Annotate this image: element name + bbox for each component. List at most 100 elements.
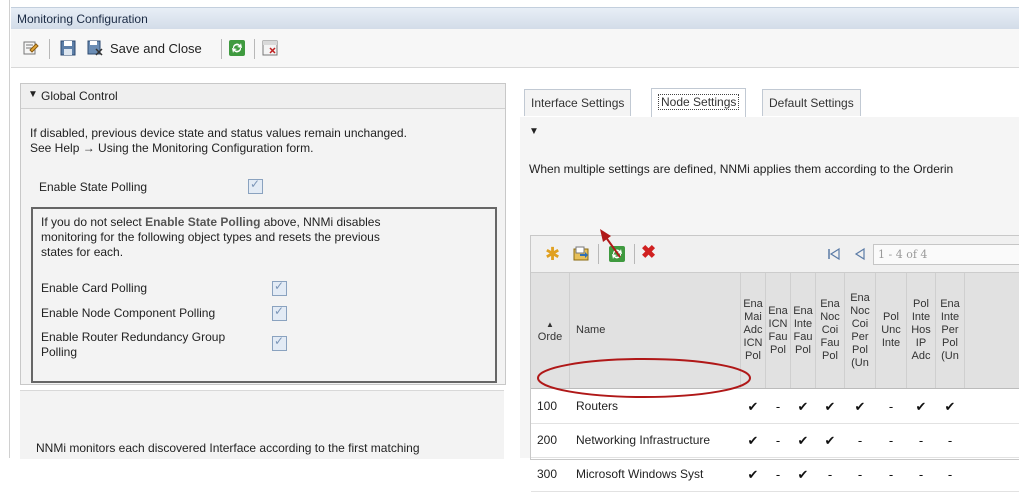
hdr-c5: Ena Noc Coi Per Pol (Un	[850, 291, 870, 369]
pager-field[interactable]: 1 - 4 of 4	[873, 244, 1019, 265]
box-line1-bold: Enable State Polling	[145, 215, 261, 229]
global-control-panel: ▼ Global Control If disabled, previous d…	[20, 83, 506, 385]
column-header-poll-unconnected-interfaces[interactable]: Pol Unc Inte	[876, 273, 907, 388]
box-description-line1: If you do not select Enable State Pollin…	[41, 215, 380, 229]
cell-checkmark: ✔	[797, 399, 809, 414]
table-toolbar-separator	[598, 244, 599, 264]
refresh-icon[interactable]	[609, 246, 625, 262]
table-row[interactable]: 300 Microsoft Windows Syst ✔ - ✔ - - - - -	[531, 457, 1019, 492]
tab-default-settings[interactable]: Default Settings	[762, 89, 861, 116]
new-icon[interactable]: ✱	[545, 244, 560, 265]
enable-router-redundancy-checkbox[interactable]	[272, 334, 287, 351]
interface-monitoring-section: NNMi monitors each discovered Interface …	[20, 390, 504, 459]
cell-disabled: -	[888, 467, 894, 482]
cell-checkmark: ✔	[915, 399, 927, 414]
edit-form-button[interactable]	[23, 39, 39, 57]
table-row[interactable]: 100 Routers ✔ - ✔ ✔ ✔ - ✔ ✔	[531, 389, 1019, 424]
hdr-c8: Ena Inte Per Pol (Un	[940, 298, 960, 362]
cell-disabled: -	[947, 467, 953, 482]
cell-checkmark: ✔	[747, 467, 759, 482]
column-header-enable-interface-performance[interactable]: Ena Inte Per Pol (Un	[936, 273, 965, 388]
table-toolbar: ✱ ✖ 1 - 4 of 4	[531, 236, 1019, 273]
toolbar-separator	[254, 39, 255, 59]
enable-state-polling-label: Enable State Polling	[39, 180, 148, 194]
column-header-enable-interface-fault[interactable]: Ena Inte Fau Pol	[791, 273, 816, 388]
column-header-enable-node-component-fault[interactable]: Ena Noc Coi Fau Pol	[816, 273, 845, 388]
tab-node-settings[interactable]: Node Settings	[651, 88, 747, 117]
cell-disabled: -	[775, 433, 781, 448]
column-header-order[interactable]: ▲ Orde	[531, 273, 570, 388]
global-control-header[interactable]: ▼ Global Control	[21, 84, 505, 109]
left-frame-edge	[0, 0, 10, 458]
tab-interface-settings[interactable]: Interface Settings	[524, 89, 632, 116]
cell-checkmark: ✔	[797, 433, 809, 448]
global-control-info-line1: If disabled, previous device state and s…	[30, 126, 407, 140]
cell-disabled: -	[888, 433, 894, 448]
enable-card-polling-checkbox[interactable]	[272, 279, 287, 296]
refresh-button[interactable]	[229, 39, 245, 57]
open-icon[interactable]	[573, 246, 589, 262]
column-header-poll-interfaces-hosting-ip[interactable]: Pol Inte Hos IP Adc	[907, 273, 936, 388]
cell-disabled: -	[775, 399, 781, 414]
global-control-title: Global Control	[41, 89, 118, 103]
column-header-order-label: Orde	[537, 330, 563, 343]
cell-name: Routers	[576, 399, 619, 413]
save-button[interactable]	[60, 39, 76, 57]
box-line1-prefix: If you do not select	[41, 215, 146, 229]
delete-icon[interactable]: ✖	[641, 242, 656, 263]
cell-checkmark: ✔	[824, 399, 836, 414]
collapse-triangle-icon: ▼	[28, 89, 38, 100]
collapse-triangle-icon[interactable]: ▼	[529, 126, 539, 137]
cell-disabled: -	[857, 467, 863, 482]
cell-checkmark: ✔	[824, 433, 836, 448]
settings-panel: Interface Settings Node Settings Default…	[520, 83, 1019, 492]
global-control-info-line2: See Help → Using the Monitoring Configur…	[30, 141, 314, 155]
dependent-polling-box: If you do not select Enable State Pollin…	[31, 207, 497, 383]
cell-name: Microsoft Windows Syst	[576, 467, 704, 481]
first-page-icon[interactable]	[827, 247, 841, 261]
cell-disabled: -	[827, 467, 833, 482]
cell-order: 200	[537, 433, 558, 447]
hdr-c1: Ena Mai Adc ICN Pol	[743, 298, 763, 362]
table-header: ▲ Orde Name Ena Mai Adc ICN Pol Ena ICN Fau Pol…	[531, 273, 1019, 389]
cell-order: 100	[537, 399, 558, 413]
hdr-c7: Pol Inte Hos IP Adc	[911, 298, 931, 362]
node-settings-info: When multiple settings are defined, NNMi…	[529, 162, 954, 176]
settings-tabs: Interface Settings Node Settings Default…	[520, 83, 1019, 118]
main-toolbar: Save and Close	[11, 29, 1019, 68]
enable-node-component-polling-checkbox[interactable]	[272, 304, 287, 321]
cell-disabled: -	[918, 467, 924, 482]
column-header-enable-management-address-icmp[interactable]: Ena Mai Adc ICN Pol	[741, 273, 766, 388]
toolbar-separator	[49, 39, 50, 59]
hdr-c4: Ena Noc Coi Fau Pol	[820, 298, 840, 362]
pager-text: 1 - 4 of 4	[878, 248, 928, 261]
enable-router-redundancy-label-line1: Enable Router Redundancy Group	[41, 330, 226, 344]
column-header-enable-node-component-performance[interactable]: Ena Noc Coi Per Pol (Un	[845, 273, 876, 388]
window-title-bar: Monitoring Configuration	[11, 7, 1019, 30]
previous-page-icon[interactable]	[853, 247, 867, 261]
window-title: Monitoring Configuration	[17, 12, 148, 26]
hdr-c6: Pol Unc Inte	[881, 311, 901, 349]
cell-checkmark: ✔	[854, 399, 866, 414]
table-row[interactable]: 200 Networking Infrastructure ✔ - ✔ ✔ - - - -	[531, 423, 1019, 458]
tab-node-settings-label: Node Settings	[658, 94, 740, 110]
save-and-close-label: Save and Close	[110, 40, 202, 56]
save-close-icon	[87, 40, 103, 56]
node-settings-panel: ▼ When multiple settings are defined, NN…	[520, 117, 1019, 492]
cell-checkmark: ✔	[944, 399, 956, 414]
enable-card-polling-label: Enable Card Polling	[41, 281, 148, 295]
close-form-button[interactable]	[262, 39, 278, 57]
edit-form-icon	[23, 41, 39, 55]
column-header-enable-icmp-fault[interactable]: Ena ICN Fau Pol	[766, 273, 791, 388]
column-header-name[interactable]: Name	[570, 273, 741, 388]
cell-checkmark: ✔	[747, 399, 759, 414]
hdr-c3: Ena Inte Fau Pol	[793, 304, 813, 356]
cell-disabled: -	[918, 433, 924, 448]
refresh-icon	[229, 40, 245, 56]
enable-state-polling-checkbox[interactable]	[248, 177, 263, 194]
enable-router-redundancy-label-line2: Polling	[41, 345, 78, 359]
node-settings-table: ✱ ✖ 1 - 4 of 4 ▲ Orde Name Ena Mai Adc I…	[530, 235, 1019, 492]
sort-ascending-icon: ▲	[546, 319, 554, 329]
cell-name: Networking Infrastructure	[576, 433, 711, 447]
save-and-close-button[interactable]: Save and Close	[87, 39, 202, 57]
